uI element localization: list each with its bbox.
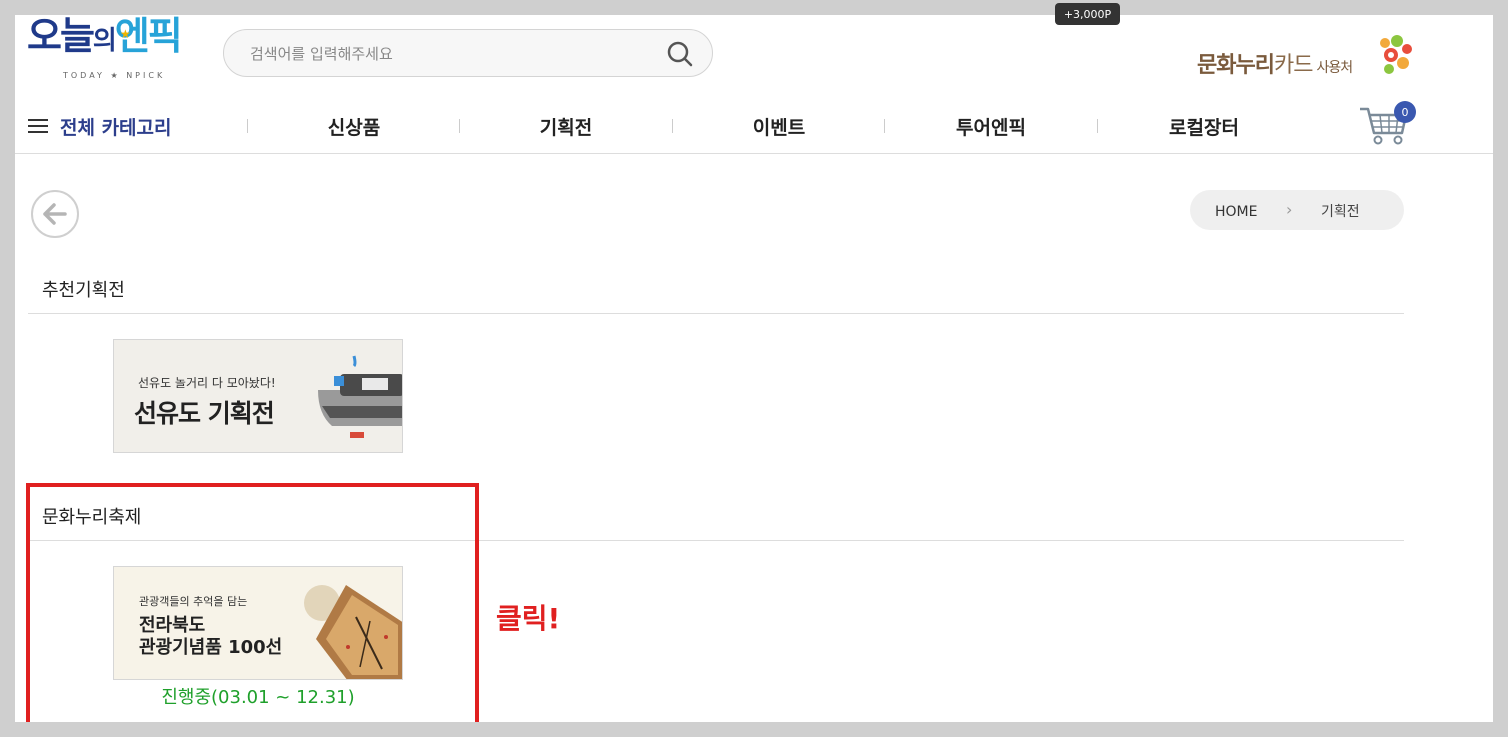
breadcrumb-home-link[interactable]: HOME [1215,204,1257,220]
all-category-button[interactable]: 전체 카테고리 [28,113,172,139]
nav-separator [672,119,673,133]
banner-subtitle: 선유도 놀거리 다 모아놨다! [138,376,276,390]
culture-card-thin: 카드 [1273,53,1313,78]
chevron-right-icon: › [1286,200,1293,219]
nav-separator [459,119,460,133]
logo-star-icon: ★ [120,27,131,41]
click-highlight-box [26,483,479,722]
nav-item-exhibition[interactable]: 기획전 [540,113,592,140]
breadcrumb: HOME › 기획전 [1190,190,1404,230]
arrow-left-icon [43,203,67,225]
culture-card-suffix: 사용처 [1316,60,1353,76]
exhibition-banner-seonyudo[interactable]: 선유도 놀거리 다 모아놨다! 선유도 기획전 [113,339,403,453]
culture-card-bold: 문화누리 [1197,53,1275,78]
cart-button[interactable]: 0 [1358,101,1416,147]
click-annotation: 클릭! [496,602,561,635]
search-input[interactable] [248,40,652,68]
breadcrumb-current: 기획전 [1321,204,1360,220]
logo-subtitle: TODAY ★ NPICK [63,71,166,80]
culture-card-link[interactable]: 문화누리카드 사용처 [1197,33,1412,83]
section-title-recommended: 추천기획전 [42,280,125,301]
site-logo[interactable]: 오늘의엔픽 ★ TODAY ★ NPICK [27,15,187,85]
search-bar [223,29,713,77]
search-icon[interactable] [666,40,694,68]
boat-illustration-icon [318,355,402,438]
logo-part-1: 오늘 [27,15,95,58]
hamburger-icon [28,118,48,134]
nav-item-new[interactable]: 신상품 [328,113,380,140]
page: 오늘의엔픽 ★ TODAY ★ NPICK 문화누리카드사용처 [15,15,1493,722]
logo-part-2: 의 [92,26,117,56]
all-category-label: 전체 카테고리 [60,116,172,139]
nav-item-local-market[interactable]: 로컬장터 [1169,113,1239,140]
points-tooltip: +3,000P [1055,3,1120,25]
section-divider [28,313,1404,314]
nav-separator [247,119,248,133]
flower-logo-icon [1380,35,1412,74]
banner-title: 선유도 기획전 [134,399,275,428]
back-button[interactable] [31,190,79,238]
logo-wordmark: 오늘의엔픽 [27,15,183,66]
nav-separator [884,119,885,133]
nav-item-event[interactable]: 이벤트 [753,113,805,140]
culture-card-text: 문화누리카드 사용처 [1197,47,1353,79]
cart-count-badge: 0 [1394,101,1416,123]
nav-item-tour[interactable]: 투어엔픽 [956,113,1026,140]
main-nav: 전체 카테고리 신상품 기획전 이벤트 투어엔픽 로컬장터 0 [15,101,1493,154]
nav-separator [1097,119,1098,133]
